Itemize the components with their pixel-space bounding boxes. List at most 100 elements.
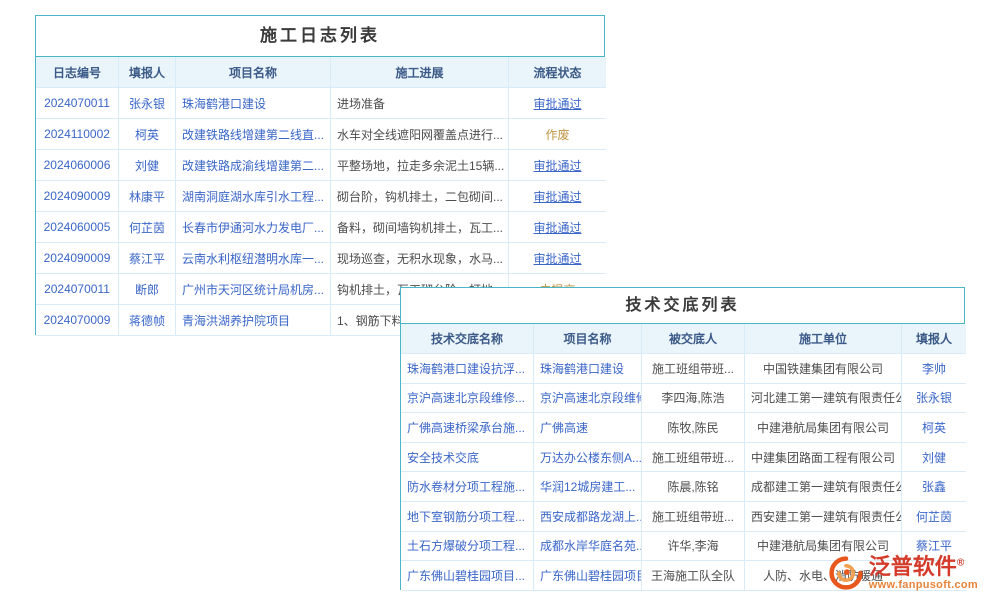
disclosure-panel-title: 技术交底列表: [401, 288, 964, 324]
filler-name-link[interactable]: 张永银: [119, 88, 176, 119]
disclosed-person-text: 李四海,陈浩: [642, 384, 745, 414]
status-link[interactable]: 审批通过: [533, 159, 581, 173]
project-name-link[interactable]: 珠海鹤港口建设: [534, 354, 642, 384]
log-id-link[interactable]: 2024070009: [36, 305, 119, 336]
filler-name-link[interactable]: 刘健: [902, 443, 966, 473]
disclosure-name-link[interactable]: 地下室钢筋分项工程...: [401, 502, 534, 532]
column-header: 被交底人: [642, 324, 745, 354]
filler-name-link[interactable]: 蔡江平: [119, 243, 176, 274]
table-row: 京沪高速北京段维修...京沪高速北京段维修李四海,陈浩河北建工第一建筑有限责任公…: [401, 384, 966, 414]
filler-name-link[interactable]: 柯英: [119, 119, 176, 150]
log-id-link[interactable]: 2024070011: [36, 88, 119, 119]
status-link[interactable]: 审批通过: [533, 221, 581, 235]
construction-unit-text: 成都建工第一建筑有限责任公司: [745, 472, 902, 502]
project-name-link[interactable]: 华润12城房建工...: [534, 472, 642, 502]
progress-text: 进场准备: [331, 88, 509, 119]
table-row: 安全技术交底万达办公楼东侧A...施工班组带班...中建集团路面工程有限公司刘健: [401, 443, 966, 473]
project-name-link[interactable]: 西安成都路龙湖上...: [534, 502, 642, 532]
construction-unit-text: 中建港航局集团有限公司: [745, 413, 902, 443]
table-row: 2024060006刘健改建铁路成渝线增建第二...平整场地，拉走多余泥土15辆…: [36, 150, 606, 181]
project-name-link[interactable]: 广佛高速: [534, 413, 642, 443]
construction-unit-text: 中国铁建集团有限公司: [745, 354, 902, 384]
disclosure-name-link[interactable]: 广东佛山碧桂园项目...: [401, 561, 534, 591]
disclosure-name-link[interactable]: 安全技术交底: [401, 443, 534, 473]
column-header: 填报人: [902, 324, 966, 354]
project-name-link[interactable]: 京沪高速北京段维修: [534, 384, 642, 414]
disclosure-name-link[interactable]: 防水卷材分项工程施...: [401, 472, 534, 502]
progress-text: 水车对全线遮阳网覆盖点进行...: [331, 119, 509, 150]
disclosed-person-text: 施工班组带班...: [642, 502, 745, 532]
project-name-link[interactable]: 青海洪湖养护院项目: [176, 305, 331, 336]
project-name-link[interactable]: 云南水利枢纽潜明水库一...: [176, 243, 331, 274]
status-link[interactable]: 审批通过: [533, 252, 581, 266]
column-header: 流程状态: [509, 57, 606, 88]
filler-name-link[interactable]: 李帅: [902, 354, 966, 384]
disclosure-name-link[interactable]: 京沪高速北京段维修...: [401, 384, 534, 414]
table-row: 珠海鹤港口建设抗浮...珠海鹤港口建设施工班组带班...中国铁建集团有限公司李帅: [401, 354, 966, 384]
project-name-link[interactable]: 珠海鹤港口建设: [176, 88, 331, 119]
disclosed-person-text: 王海施工队全队: [642, 561, 745, 591]
log-id-link[interactable]: 2024060005: [36, 212, 119, 243]
table-row: 2024090009蔡江平云南水利枢纽潜明水库一...现场巡查，无积水现象，水马…: [36, 243, 606, 274]
construction-unit-text: 河北建工第一建筑有限责任公司: [745, 384, 902, 414]
brand-name: 泛普软件®: [869, 555, 978, 578]
brand-name-label: 泛普软件: [869, 554, 957, 579]
technical-disclosure-table: 技术交底名称项目名称被交底人施工单位填报人 珠海鹤港口建设抗浮...珠海鹤港口建…: [401, 324, 966, 591]
disclosed-person-text: 施工班组带班...: [642, 354, 745, 384]
project-name-link[interactable]: 改建铁路成渝线增建第二...: [176, 150, 331, 181]
log-id-link[interactable]: 2024090009: [36, 181, 119, 212]
status-link[interactable]: 作废: [545, 128, 569, 142]
table-row: 2024070011张永银珠海鹤港口建设进场准备 审批通过: [36, 88, 606, 119]
filler-name-link[interactable]: 断郎: [119, 274, 176, 305]
log-id-link[interactable]: 2024110002: [36, 119, 119, 150]
log-id-link[interactable]: 2024060006: [36, 150, 119, 181]
log-id-link[interactable]: 2024090009: [36, 243, 119, 274]
column-header: 施工单位: [745, 324, 902, 354]
filler-name-link[interactable]: 刘健: [119, 150, 176, 181]
disclosure-name-link[interactable]: 珠海鹤港口建设抗浮...: [401, 354, 534, 384]
project-name-link[interactable]: 万达办公楼东侧A...: [534, 443, 642, 473]
disclosed-person-text: 许华,李海: [642, 532, 745, 562]
table-row: 地下室钢筋分项工程...西安成都路龙湖上...施工班组带班...西安建工第一建筑…: [401, 502, 966, 532]
status-cell: 审批通过: [509, 212, 606, 243]
table-row: 2024090009林康平湖南洞庭湖水库引水工程...砌台阶，钩机排土，二包砌间…: [36, 181, 606, 212]
brand-url: www.fanpusoft.com: [869, 580, 978, 592]
column-header: 项目名称: [534, 324, 642, 354]
log-table-head: 日志编号填报人项目名称施工进展流程状态: [36, 57, 606, 88]
vendor-watermark: 泛普软件® www.fanpusoft.com: [828, 555, 978, 592]
disclosed-person-text: 施工班组带班...: [642, 443, 745, 473]
fanpu-logo-icon: [828, 555, 864, 591]
filler-name-link[interactable]: 林康平: [119, 181, 176, 212]
column-header: 填报人: [119, 57, 176, 88]
status-link[interactable]: 审批通过: [533, 190, 581, 204]
log-id-link[interactable]: 2024070011: [36, 274, 119, 305]
project-name-link[interactable]: 成都水岸华庭名苑...: [534, 532, 642, 562]
project-name-link[interactable]: 湖南洞庭湖水库引水工程...: [176, 181, 331, 212]
disclosure-name-link[interactable]: 广佛高速桥梁承台施...: [401, 413, 534, 443]
status-link[interactable]: 审批通过: [533, 97, 581, 111]
filler-name-link[interactable]: 张永银: [902, 384, 966, 414]
disclosed-person-text: 陈晨,陈铭: [642, 472, 745, 502]
filler-name-link[interactable]: 柯英: [902, 413, 966, 443]
column-header: 施工进展: [331, 57, 509, 88]
project-name-link[interactable]: 改建铁路线增建第二线直...: [176, 119, 331, 150]
progress-text: 砌台阶，钩机排土，二包砌间...: [331, 181, 509, 212]
disclosed-person-text: 陈牧,陈民: [642, 413, 745, 443]
filler-name-link[interactable]: 蒋德帧: [119, 305, 176, 336]
progress-text: 备料，砌间墙钩机排土，瓦工...: [331, 212, 509, 243]
log-panel-title: 施工日志列表: [36, 16, 604, 57]
filler-name-link[interactable]: 何芷茵: [902, 502, 966, 532]
filler-name-link[interactable]: 张鑫: [902, 472, 966, 502]
header-row: 技术交底名称项目名称被交底人施工单位填报人: [401, 324, 966, 354]
status-cell: 作废: [509, 119, 606, 150]
table-row: 2024110002柯英改建铁路线增建第二线直...水车对全线遮阳网覆盖点进行.…: [36, 119, 606, 150]
project-name-link[interactable]: 长春市伊通河水力发电厂...: [176, 212, 331, 243]
project-name-link[interactable]: 广州市天河区统计局机房...: [176, 274, 331, 305]
watermark-text: 泛普软件® www.fanpusoft.com: [869, 555, 978, 592]
disclosure-name-link[interactable]: 土石方爆破分项工程...: [401, 532, 534, 562]
column-header: 日志编号: [36, 57, 119, 88]
filler-name-link[interactable]: 何芷茵: [119, 212, 176, 243]
page-background: { "log_panel": { "title": "施工日志列表", "col…: [0, 0, 1000, 600]
project-name-link[interactable]: 广东佛山碧桂园项目: [534, 561, 642, 591]
status-cell: 审批通过: [509, 88, 606, 119]
